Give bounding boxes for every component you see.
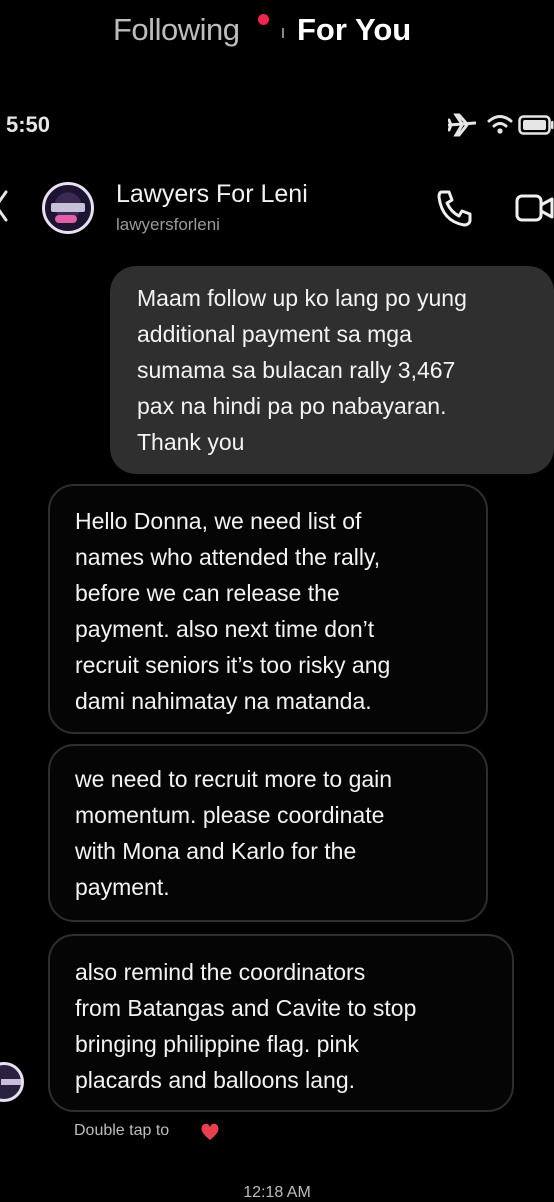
avatar-logo: [51, 203, 85, 212]
message-outgoing[interactable]: Maam follow up ko lang po yung additiona…: [110, 266, 554, 474]
wifi-icon: [487, 115, 513, 134]
video-icon[interactable]: [514, 190, 554, 226]
tab-divider: [282, 28, 284, 38]
contact-handle: lawyersforleni: [116, 215, 220, 234]
double-tap-hint: Double tap to: [74, 1122, 170, 1139]
status-time: 5:50: [6, 112, 51, 137]
sender-avatar[interactable]: [0, 1062, 24, 1102]
notification-dot: [258, 14, 269, 25]
back-icon[interactable]: [0, 188, 10, 224]
message-incoming-1[interactable]: Hello Donna, we need list of names who a…: [48, 484, 488, 734]
message-incoming-2[interactable]: we need to recruit more to gain momentum…: [48, 744, 488, 922]
status-icons: [448, 110, 554, 140]
avatar[interactable]: [42, 182, 94, 234]
call-icon[interactable]: [436, 188, 474, 228]
avatar-ribbon: [55, 215, 77, 223]
battery-icon: [518, 115, 554, 135]
sender-avatar-logo: [1, 1079, 21, 1085]
airplane-icon: [448, 113, 476, 137]
message-incoming-3[interactable]: also remind the coordinators from Batang…: [48, 934, 514, 1112]
top-tabs: Following For You: [0, 8, 554, 52]
tab-for-you[interactable]: For You: [297, 12, 411, 48]
tab-following[interactable]: Following: [113, 12, 240, 48]
heart-icon[interactable]: [200, 1122, 220, 1142]
message-timestamp: 12:18 AM: [243, 1184, 311, 1201]
contact-name[interactable]: Lawyers For Leni: [116, 180, 308, 209]
